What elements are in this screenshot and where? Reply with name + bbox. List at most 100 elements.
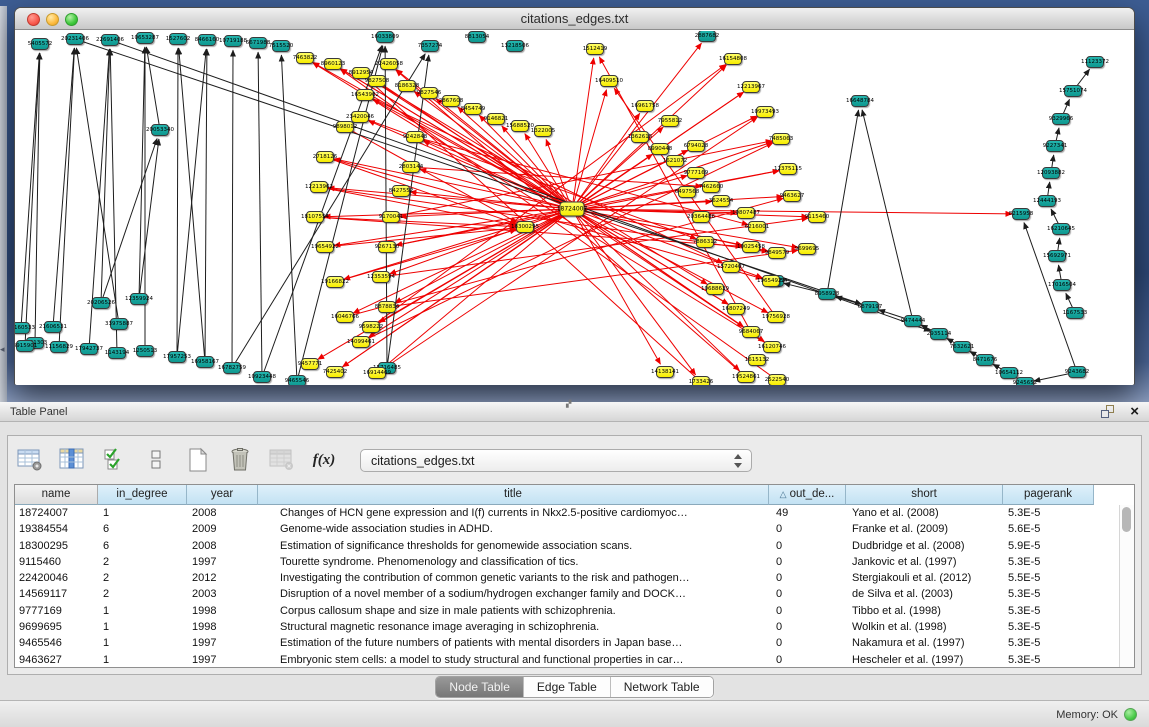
select-all-icon[interactable] xyxy=(100,445,128,475)
graph-node[interactable]: 9245652 xyxy=(1016,377,1034,385)
graph-node[interactable]: 8813054 xyxy=(468,31,486,43)
panel-collapse-arrow[interactable]: ◂ xyxy=(0,344,5,355)
graph-node[interactable]: 3915901 xyxy=(16,340,34,352)
graph-node[interactable]: 12359924 xyxy=(130,293,148,305)
graph-node[interactable]: 1527602 xyxy=(169,33,187,45)
tab-edge-table[interactable]: Edge Table xyxy=(523,677,610,697)
graph-node[interactable]: 20364486 xyxy=(692,211,710,223)
graph-node[interactable]: 18107554 xyxy=(306,211,324,223)
graph-node[interactable]: 20053340 xyxy=(151,124,169,136)
graph-node[interactable]: 9827508 xyxy=(368,75,386,87)
graph-node[interactable]: 9777169 xyxy=(687,167,705,179)
graph-node[interactable]: 10719188 xyxy=(224,35,242,47)
float-panel-icon[interactable] xyxy=(1101,405,1115,419)
graph-node[interactable]: 10654112 xyxy=(1000,367,1018,379)
graph-node[interactable]: 9699695 xyxy=(798,243,816,255)
graph-node[interactable]: 16958167 xyxy=(196,356,214,368)
memory-status[interactable]: Memory: OK xyxy=(1056,701,1137,727)
graph-node[interactable]: 16210645 xyxy=(1052,223,1070,235)
graph-node[interactable]: 9170041 xyxy=(382,211,400,223)
graph-node[interactable]: 8466160 xyxy=(198,34,216,46)
graph-node[interactable]: 7632621 xyxy=(953,341,971,353)
graph-node[interactable]: 22691406 xyxy=(101,34,119,46)
graph-node[interactable]: 2935114 xyxy=(930,328,948,340)
graph-node[interactable]: 7955812 xyxy=(661,115,679,127)
graph-node[interactable]: 8454749 xyxy=(464,103,482,115)
graph-node[interactable]: 10973493 xyxy=(756,106,774,118)
column-header-title[interactable]: title xyxy=(258,485,769,505)
graph-node[interactable]: 22426058 xyxy=(380,58,398,70)
graph-node[interactable]: 8958928 xyxy=(818,288,836,300)
graph-node[interactable]: 20231406 xyxy=(66,33,84,45)
graph-node[interactable]: 10807487 xyxy=(737,207,755,219)
graph-node[interactable]: 9474444 xyxy=(904,315,922,327)
tab-network-table[interactable]: Network Table xyxy=(610,677,713,697)
table-row[interactable]: 946554611997Estimation of the future num… xyxy=(15,635,1134,651)
graph-node[interactable]: 15688520 xyxy=(511,120,529,132)
graph-node[interactable]: 7515520 xyxy=(272,40,290,52)
graph-node[interactable]: 20206526 xyxy=(92,297,110,309)
graph-node[interactable]: 21606531 xyxy=(44,321,62,333)
new-table-icon[interactable] xyxy=(184,445,212,475)
column-header-year[interactable]: year xyxy=(187,485,258,505)
table-row[interactable]: 946362711997Embryonic stem cells: a mode… xyxy=(15,652,1134,668)
graph-node[interactable]: 16914469 xyxy=(368,367,386,379)
splitter-grip-icon[interactable]: ▞ xyxy=(566,402,578,407)
graph-node[interactable]: 7886312 xyxy=(696,236,714,248)
table-row[interactable]: 1872400712008Changes of HCN gene express… xyxy=(15,505,1134,521)
graph-node[interactable]: 12093882 xyxy=(1042,167,1060,179)
scrollbar-thumb[interactable] xyxy=(1122,507,1131,532)
graph-node[interactable]: 9465546 xyxy=(288,375,306,385)
graph-node[interactable]: 12444193 xyxy=(1038,195,1056,207)
graph-node[interactable]: 2718126 xyxy=(316,151,334,163)
graph-node[interactable]: 23420046 xyxy=(351,111,369,123)
graph-node[interactable]: 15751074 xyxy=(1064,85,1082,97)
graph-node[interactable]: 14099461 xyxy=(352,336,370,348)
graph-node[interactable]: 17957253 xyxy=(168,351,186,363)
graph-node[interactable]: 6879197 xyxy=(861,301,879,313)
column-header-out_de[interactable]: △out_de... xyxy=(769,485,846,505)
graph-node[interactable]: 6216001 xyxy=(748,221,766,233)
graph-node[interactable]: 12375115 xyxy=(779,163,797,175)
graph-node[interactable]: 9243682 xyxy=(1068,366,1086,378)
column-header-in_degree[interactable]: in_degree xyxy=(98,485,187,505)
graph-node[interactable]: 16807249 xyxy=(727,303,745,315)
graph-node[interactable]: 6497568 xyxy=(678,186,696,198)
graph-node[interactable]: 1621072 xyxy=(666,155,684,167)
graph-node[interactable]: 2803144 xyxy=(402,161,420,173)
graph-node[interactable]: 11156829 xyxy=(50,341,68,353)
graph-node[interactable]: 8427552 xyxy=(392,185,410,197)
tab-node-table[interactable]: Node Table xyxy=(436,677,523,697)
graph-node[interactable]: 7462660 xyxy=(702,181,720,193)
graph-node[interactable]: 7463822 xyxy=(296,52,314,64)
delete-table-icon[interactable] xyxy=(226,445,254,475)
minimize-window-button[interactable] xyxy=(46,13,59,26)
graph-node[interactable]: 10923448 xyxy=(253,371,271,383)
graph-node[interactable]: 16543902 xyxy=(356,89,374,101)
graph-node[interactable]: 9227341 xyxy=(1046,140,1064,152)
graph-node[interactable]: 7425402 xyxy=(326,366,344,378)
column-header-name[interactable]: name xyxy=(15,485,98,505)
table-row[interactable]: 2242004622012Investigating the contribut… xyxy=(15,570,1134,586)
graph-node[interactable]: 1615132 xyxy=(748,354,766,366)
graph-node[interactable]: 8960123 xyxy=(324,58,342,70)
graph-node[interactable]: 12213962 xyxy=(310,181,328,193)
graph-node[interactable]: 9898012 xyxy=(336,121,354,133)
graph-node[interactable]: 9329966 xyxy=(1052,113,1070,125)
graph-node[interactable]: 19524861 xyxy=(737,371,755,383)
graph-node[interactable]: 1322005 xyxy=(534,125,552,137)
graph-node[interactable]: 10025458 xyxy=(742,241,760,253)
graph-node[interactable]: 10653287 xyxy=(136,32,154,44)
graph-node[interactable]: 9598222 xyxy=(362,321,380,333)
close-panel-icon[interactable]: × xyxy=(1130,402,1139,422)
graph-node[interactable]: 16033809 xyxy=(376,31,394,43)
table-row[interactable]: 911546021997Tourette syndrome. Phenomeno… xyxy=(15,554,1134,570)
graph-node[interactable]: 1167533 xyxy=(1066,307,1084,319)
graph-node[interactable]: 15720407 xyxy=(722,261,740,273)
graph-node[interactable]: 16648784 xyxy=(851,95,869,107)
graph-node[interactable]: 9457771 xyxy=(301,358,319,370)
graph-node[interactable]: 16154808 xyxy=(724,53,742,65)
graph-node[interactable]: 18724007 xyxy=(560,202,585,217)
graph-node[interactable]: 1250513 xyxy=(136,345,154,357)
graph-node[interactable]: 1512419 xyxy=(586,43,604,55)
